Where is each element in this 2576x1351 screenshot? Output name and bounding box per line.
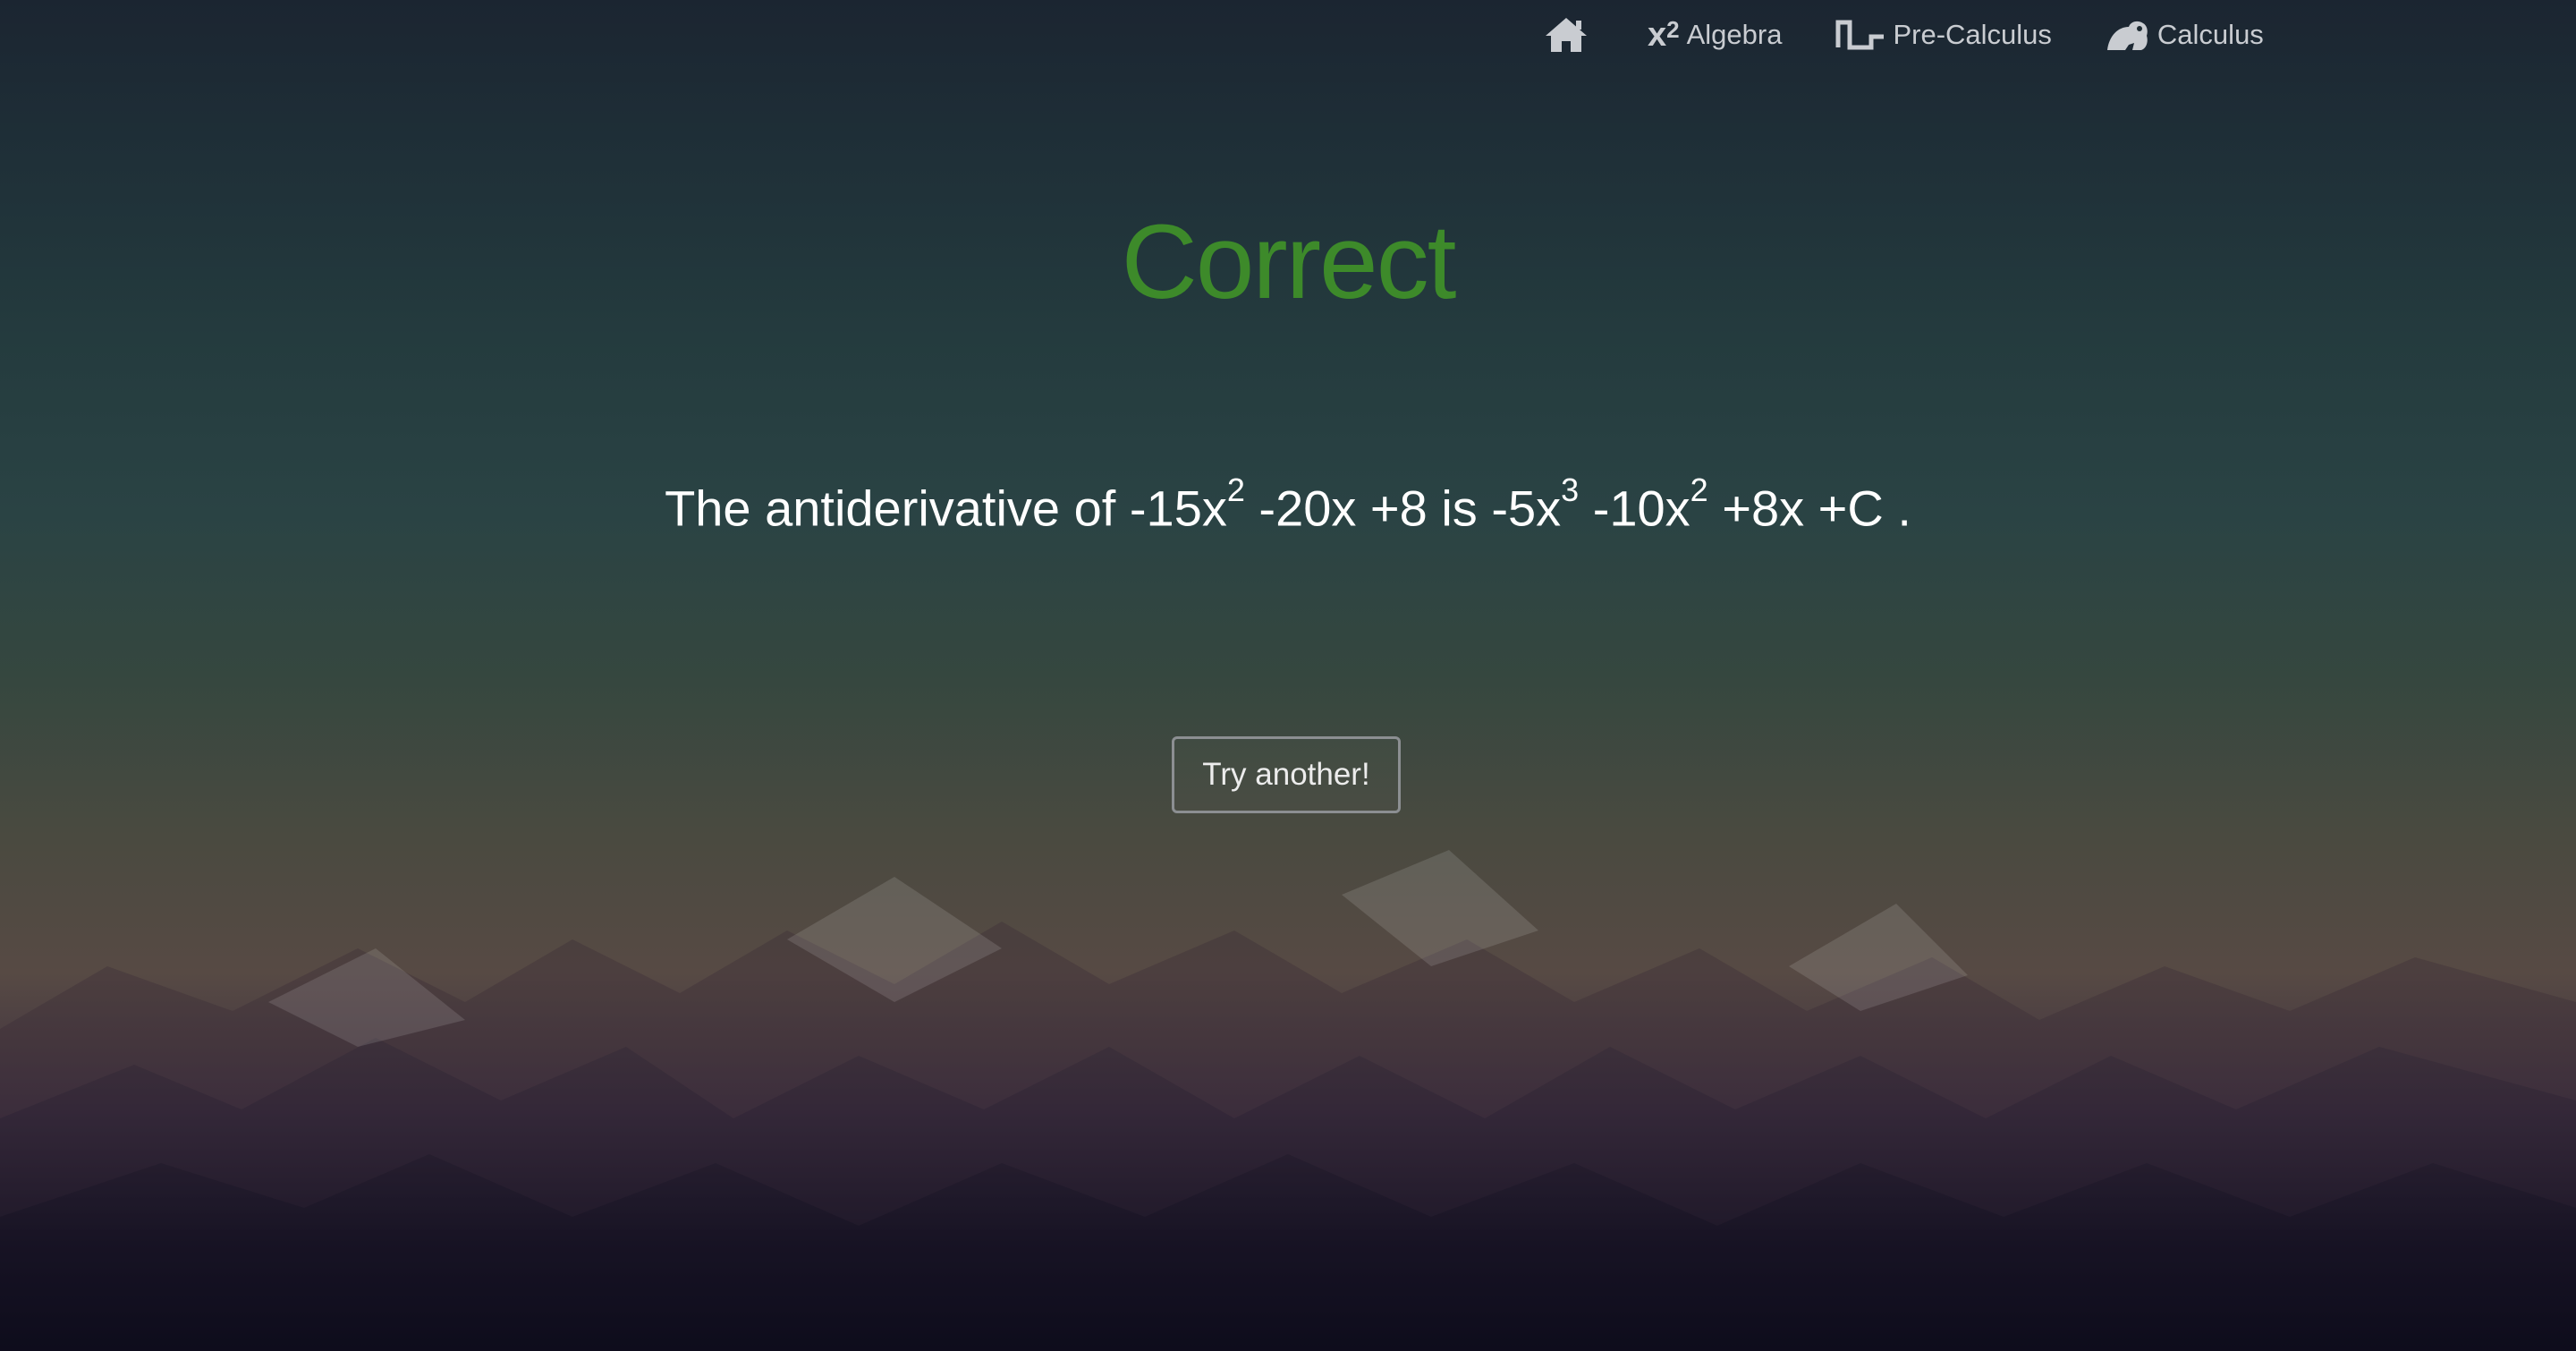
top-nav: x2 Algebra Pre-Calculus Calculus — [1521, 0, 2318, 70]
expr1-term-a-exponent: 2 — [1226, 472, 1245, 508]
nav-home[interactable] — [1544, 16, 1596, 54]
nav-algebra[interactable]: x2 Algebra — [1648, 18, 1782, 52]
nav-calculus-label: Calculus — [2157, 19, 2264, 50]
frog-icon — [2106, 18, 2150, 52]
nav-precalculus[interactable]: Pre-Calculus — [1835, 17, 2052, 53]
statement-prefix: The antiderivative of — [665, 480, 1130, 537]
expr2-term-c: +8x +C . — [1707, 480, 1911, 537]
home-icon — [1544, 16, 1589, 54]
expr2-term-b-exponent: 2 — [1690, 472, 1708, 508]
expr2-term-a: -5x — [1491, 480, 1562, 537]
expr1-term-a: -15x — [1129, 480, 1227, 537]
statement-is: is — [1427, 480, 1492, 537]
result-title: Correct — [1121, 203, 1457, 321]
answer-statement: The antiderivative of -15x2 -20x +8 is -… — [0, 472, 2576, 538]
step-function-icon — [1835, 17, 1885, 53]
expr1-term-b: -20x +8 — [1244, 480, 1428, 537]
nav-precalculus-label: Pre-Calculus — [1893, 19, 2052, 50]
expr2-term-a-exponent: 3 — [1561, 472, 1580, 508]
nav-calculus[interactable]: Calculus — [2106, 18, 2264, 52]
try-another-button[interactable]: Try another! — [1172, 736, 1401, 813]
expr2-term-b: -10x — [1579, 480, 1690, 537]
nav-algebra-label: Algebra — [1686, 19, 1783, 50]
x-squared-icon: x2 — [1648, 16, 1680, 54]
